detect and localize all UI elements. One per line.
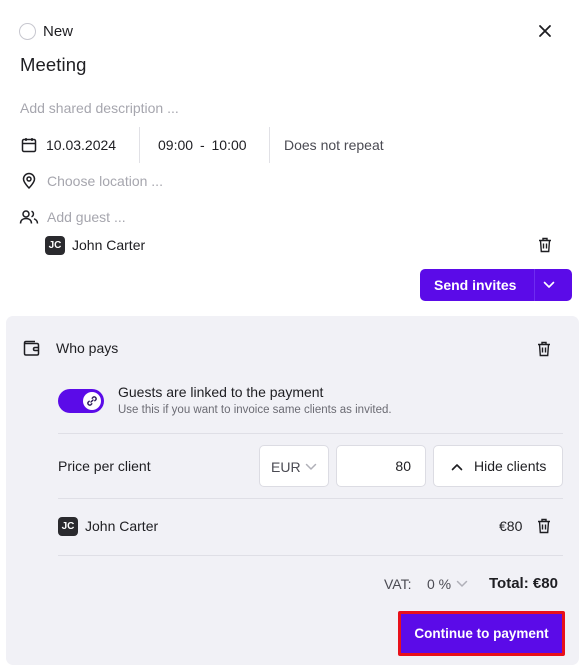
divider — [58, 433, 563, 434]
avatar: JC — [45, 236, 65, 255]
location-pin-icon — [20, 172, 38, 190]
add-guest-input[interactable]: Add guest ... — [47, 209, 126, 225]
link-subtitle: Use this if you want to invoice same cli… — [118, 404, 392, 416]
time-range[interactable]: 09:00 - 10:00 — [158, 137, 247, 153]
chevron-up-icon — [451, 461, 463, 473]
time-separator: - — [199, 137, 205, 153]
time-start[interactable]: 09:00 — [158, 137, 193, 153]
client-amount: €80 — [499, 518, 523, 534]
divider — [269, 127, 270, 163]
link-title: Guests are linked to the payment — [118, 384, 324, 400]
currency-select[interactable]: EUR — [259, 445, 329, 487]
divider — [534, 269, 535, 301]
description-input[interactable]: Add shared description ... — [20, 100, 179, 116]
divider — [58, 555, 563, 556]
vat-label: VAT: — [384, 576, 412, 592]
guest-name: John Carter — [72, 237, 146, 253]
wallet-icon — [22, 339, 42, 357]
status-radio[interactable] — [19, 23, 36, 40]
event-title[interactable]: Meeting — [20, 54, 87, 76]
who-pays-title: Who pays — [56, 340, 119, 356]
hide-clients-button[interactable]: Hide clients — [433, 445, 563, 487]
location-input[interactable]: Choose location ... — [47, 173, 163, 189]
chevron-down-icon[interactable] — [542, 279, 556, 291]
total-amount: Total: €80 — [489, 575, 558, 592]
link-icon — [83, 392, 101, 410]
continue-to-payment-button[interactable]: Continue to payment — [398, 611, 565, 656]
calendar-icon — [20, 136, 38, 154]
trash-icon[interactable] — [536, 517, 552, 535]
status-label: New — [43, 23, 74, 40]
hide-clients-label: Hide clients — [474, 458, 547, 474]
send-invites-label: Send invites — [434, 277, 517, 293]
divider — [139, 127, 140, 163]
price-per-client-label: Price per client — [58, 458, 151, 474]
send-invites-button[interactable]: Send invites — [420, 269, 572, 301]
client-name: John Carter — [85, 518, 159, 534]
currency-value: EUR — [271, 459, 301, 475]
price-input[interactable] — [336, 445, 426, 487]
chevron-down-icon — [305, 461, 317, 473]
users-icon — [19, 208, 39, 226]
date-field[interactable]: 10.03.2024 — [46, 137, 116, 153]
time-end[interactable]: 10:00 — [212, 137, 247, 153]
trash-icon[interactable] — [537, 236, 553, 254]
chevron-down-icon[interactable] — [456, 578, 468, 590]
repeat-select[interactable]: Does not repeat — [284, 137, 384, 153]
avatar: JC — [58, 517, 78, 536]
link-guests-toggle[interactable] — [58, 389, 104, 413]
vat-select[interactable]: 0 % — [427, 576, 451, 592]
close-icon[interactable] — [535, 21, 555, 41]
trash-icon[interactable] — [536, 340, 552, 358]
divider — [58, 498, 563, 499]
